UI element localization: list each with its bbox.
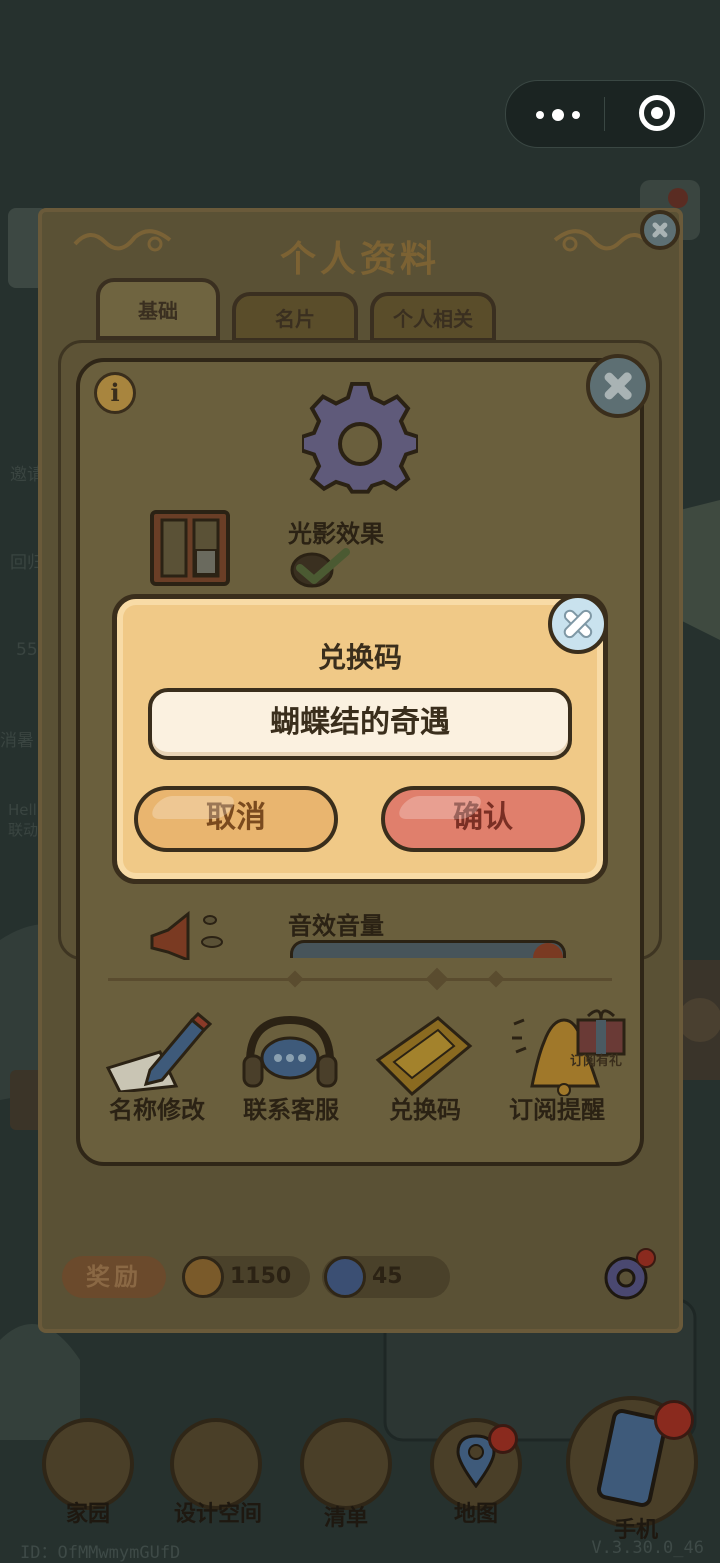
settings-close-icon[interactable] bbox=[586, 354, 650, 418]
light-effect-label: 光影效果 bbox=[288, 520, 384, 548]
light-effect-checkbox[interactable] bbox=[290, 548, 352, 588]
target-icon[interactable] bbox=[639, 95, 675, 131]
ornament-right bbox=[545, 222, 655, 262]
app-version: V.3.30.0_46 bbox=[591, 1538, 704, 1558]
nav-home-label: 家园 bbox=[65, 1502, 110, 1527]
user-id: ID：OfMMwmymGUfD bbox=[20, 1543, 181, 1563]
menu-item-customer-service[interactable]: 联系客服 bbox=[226, 1090, 356, 1125]
swirl-gem-icon bbox=[324, 1256, 366, 1298]
nav-map-label: 地图 bbox=[453, 1502, 498, 1527]
ornament-left bbox=[70, 222, 180, 262]
redeem-code-input[interactable]: 蝴蝶结的奇遇 bbox=[148, 688, 572, 760]
headset-icon bbox=[242, 1016, 338, 1088]
nav-checklist-label: 清单 bbox=[323, 1506, 368, 1531]
menu-item-rename[interactable]: 名称修改 bbox=[92, 1090, 222, 1125]
map-notification-dot bbox=[488, 1424, 518, 1454]
sound-volume-label: 音效音量 bbox=[288, 912, 384, 940]
ticket-icon bbox=[375, 1016, 473, 1096]
menu-item-subscribe[interactable]: 订阅提醒 bbox=[492, 1090, 622, 1125]
nav-checklist[interactable] bbox=[300, 1418, 392, 1510]
light-switch-icon bbox=[150, 510, 230, 586]
side-menu-summer[interactable]: 消暑 bbox=[0, 726, 40, 751]
tab-card[interactable]: 名片 bbox=[232, 292, 358, 342]
tab-basic[interactable]: 基础 bbox=[96, 278, 220, 340]
nav-design-space-label: 设计空间 bbox=[173, 1502, 262, 1527]
cancel-button[interactable]: 取消 bbox=[134, 786, 338, 852]
coin-count: 1150 bbox=[230, 1264, 292, 1289]
miniprogram-capsule bbox=[505, 80, 705, 148]
speaker-icon bbox=[150, 910, 223, 960]
redeem-title: 兑换码 bbox=[317, 641, 402, 674]
menu-item-redeem-code[interactable]: 兑换码 bbox=[360, 1090, 490, 1125]
panel-close-icon[interactable] bbox=[640, 210, 680, 250]
sound-volume-slider[interactable] bbox=[290, 940, 566, 958]
capsule-divider bbox=[604, 97, 605, 131]
panel-settings-gear-icon[interactable] bbox=[598, 1246, 658, 1306]
divider bbox=[108, 978, 612, 981]
reward-label: 奖励 bbox=[62, 1256, 166, 1298]
gem-count: 45 bbox=[372, 1264, 403, 1289]
more-icon[interactable] bbox=[536, 109, 580, 121]
tab-personal[interactable]: 个人相关 bbox=[370, 292, 496, 342]
subscribe-gift-badge: 订阅有礼 bbox=[570, 1054, 623, 1069]
pencil-icon bbox=[105, 1012, 212, 1092]
phone-notification-dot bbox=[654, 1400, 694, 1440]
coin-icon bbox=[182, 1256, 224, 1298]
gear-icon bbox=[302, 382, 418, 494]
confirm-button[interactable]: 确认 bbox=[381, 786, 585, 852]
info-icon[interactable]: i bbox=[94, 372, 136, 414]
